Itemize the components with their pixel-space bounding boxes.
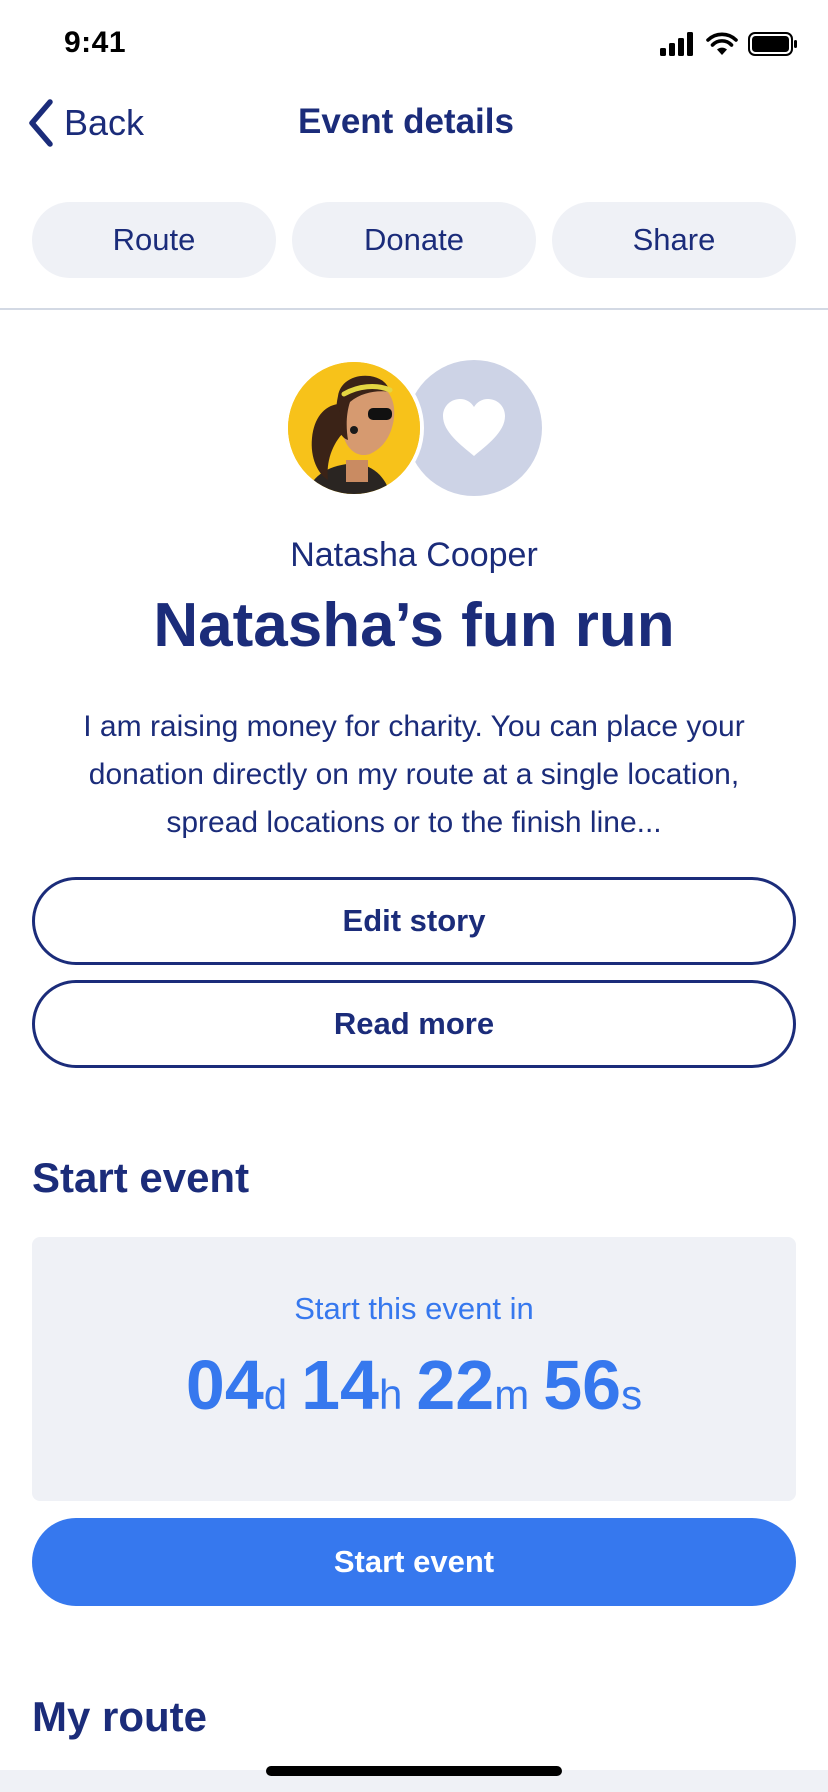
event-owner-name: Natasha Cooper bbox=[290, 536, 538, 574]
countdown-days: 04 bbox=[185, 1346, 264, 1424]
heart-icon bbox=[443, 399, 505, 456]
my-route-heading: My route bbox=[32, 1693, 208, 1740]
countdown-seconds-unit: s bbox=[621, 1371, 643, 1418]
status-icons bbox=[660, 32, 798, 56]
status-bar: 9:41 bbox=[0, 0, 828, 88]
page-title: Event details bbox=[298, 102, 514, 141]
tab-donate[interactable]: Donate bbox=[292, 202, 536, 278]
countdown-card: Start this event in 04d 14h 22m 56s bbox=[32, 1237, 796, 1501]
event-actions-tabs: Route Donate Share bbox=[32, 202, 796, 278]
avatar-group bbox=[284, 358, 542, 498]
navigation-bar: Back Event details bbox=[0, 88, 828, 160]
battery-icon bbox=[748, 32, 797, 56]
charity-avatar bbox=[406, 360, 542, 496]
status-time: 9:41 bbox=[64, 26, 127, 59]
event-story: I am raising money for charity. You can … bbox=[83, 710, 745, 839]
start-event-button[interactable]: Start event bbox=[32, 1518, 796, 1606]
event-details-screen: 9:41 Back Event details Route Donate Sha… bbox=[0, 0, 828, 1792]
countdown-hours-unit: h bbox=[379, 1371, 403, 1418]
countdown-seconds: 56 bbox=[543, 1346, 622, 1424]
edit-story-button[interactable]: Edit story bbox=[32, 877, 796, 965]
wifi-icon bbox=[706, 32, 738, 55]
tab-route[interactable]: Route bbox=[32, 202, 276, 278]
start-event-heading: Start event bbox=[32, 1154, 250, 1201]
home-indicator[interactable] bbox=[266, 1766, 562, 1776]
header-divider bbox=[0, 308, 828, 310]
read-more-button[interactable]: Read more bbox=[32, 980, 796, 1068]
countdown-minutes: 22 bbox=[416, 1346, 495, 1424]
cellular-signal-icon bbox=[660, 32, 693, 56]
countdown-label: Start this event in bbox=[294, 1291, 534, 1326]
countdown-days-unit: d bbox=[263, 1371, 288, 1418]
event-title: Natasha’s fun run bbox=[153, 591, 675, 660]
runner-portrait-image bbox=[288, 362, 420, 494]
countdown-hours: 14 bbox=[301, 1346, 379, 1424]
countdown-minutes-unit: m bbox=[494, 1371, 530, 1418]
avatar bbox=[284, 358, 424, 498]
countdown-timer: 04d 14h 22m 56s bbox=[32, 1345, 796, 1425]
tab-share[interactable]: Share bbox=[552, 202, 796, 278]
